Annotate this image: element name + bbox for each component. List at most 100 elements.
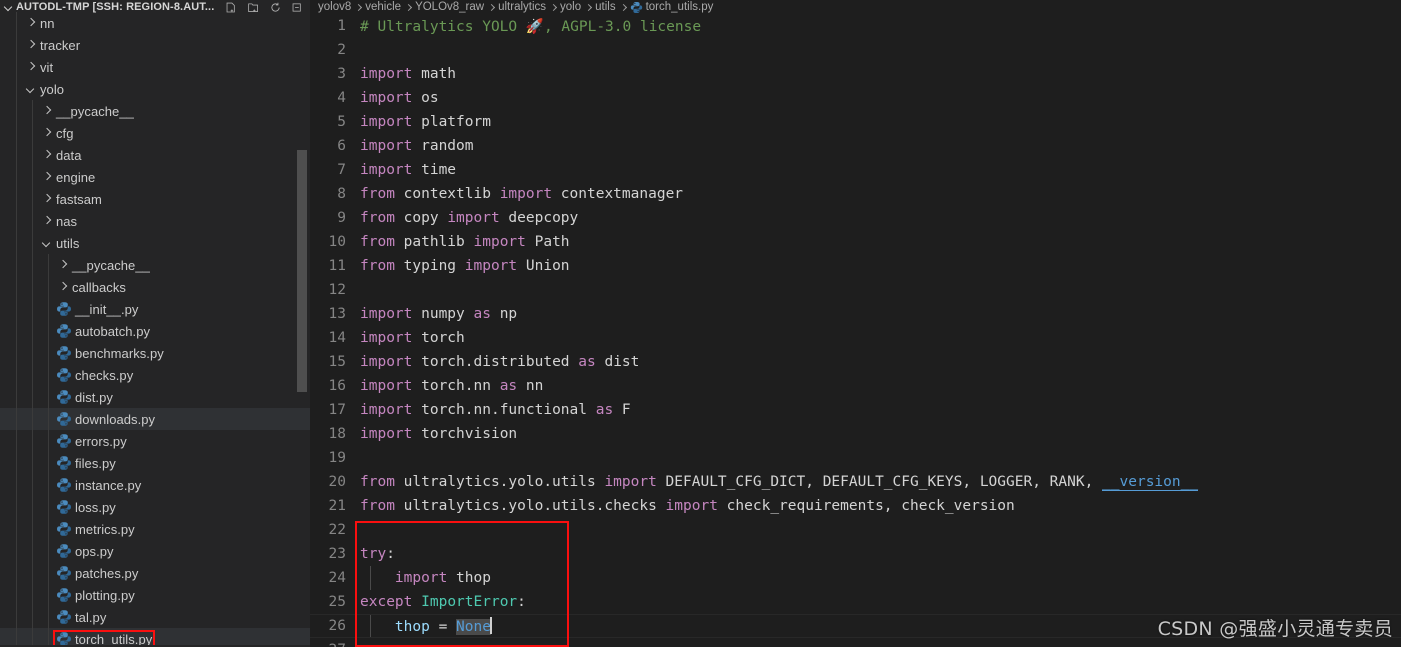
sidebar-scrollbar-thumb[interactable] xyxy=(297,150,307,392)
tree-file-instance-py[interactable]: instance.py xyxy=(0,474,310,496)
tree-file-patches-py[interactable]: patches.py xyxy=(0,562,310,584)
code-line[interactable]: 8 from contextlib import contextmanager xyxy=(310,182,1401,206)
breadcrumb-segment[interactable]: ultralytics xyxy=(498,1,546,13)
tree-folder-cfg[interactable]: cfg xyxy=(0,122,310,144)
tree-folder-tracker[interactable]: tracker xyxy=(0,34,310,56)
chevron-down-icon[interactable] xyxy=(40,232,56,254)
tree-file-tal-py[interactable]: tal.py xyxy=(0,606,310,628)
tree-file-downloads-py[interactable]: downloads.py xyxy=(0,408,310,430)
tree-folder-callbacks[interactable]: callbacks xyxy=(0,276,310,298)
code-line[interactable]: 6 import random xyxy=(310,134,1401,158)
tree-file-errors-py[interactable]: errors.py xyxy=(0,430,310,452)
code-text: import thop xyxy=(360,570,1401,586)
code-token: # Ultralytics YOLO xyxy=(360,18,526,35)
code-line[interactable]: 5 import platform xyxy=(310,110,1401,134)
code-line[interactable]: 2 xyxy=(310,38,1401,62)
tree-file-__init__-py[interactable]: __init__.py xyxy=(0,298,310,320)
chevron-down-icon[interactable] xyxy=(24,78,40,100)
tree-folder-pycache[interactable]: __pycache__ xyxy=(0,100,310,122)
code-text: from ultralytics.yolo.utils.checks impor… xyxy=(360,498,1401,514)
chevron-right-icon[interactable] xyxy=(40,210,56,232)
tree-item-label: nn xyxy=(40,15,55,31)
chevron-right-icon[interactable] xyxy=(40,144,56,166)
code-token: import xyxy=(360,66,413,82)
code-token: import xyxy=(360,330,413,346)
tree-item-label: cfg xyxy=(56,125,74,141)
chevron-right-icon[interactable] xyxy=(56,276,72,298)
code-line[interactable]: 19 xyxy=(310,446,1401,470)
code-line[interactable]: 20 from ultralytics.yolo.utils import DEF… xyxy=(310,470,1401,494)
tree-folder-engine[interactable]: engine xyxy=(0,166,310,188)
tree-folder-nn[interactable]: nn xyxy=(0,12,310,34)
code-line[interactable]: 22 xyxy=(310,518,1401,542)
code-token: : xyxy=(386,546,395,562)
line-number: 1 xyxy=(337,18,346,34)
code-line[interactable]: 24 import thop xyxy=(310,566,1401,590)
line-number: 7 xyxy=(337,162,346,178)
tree-folder-utils[interactable]: utils xyxy=(0,232,310,254)
python-file-icon xyxy=(56,411,72,427)
tree-folder-nas[interactable]: nas xyxy=(0,210,310,232)
code-line[interactable]: 11 from typing import Union xyxy=(310,254,1401,278)
breadcrumb-segment[interactable]: utils xyxy=(595,1,615,13)
code-line[interactable]: 17 import torch.nn.functional as F xyxy=(310,398,1401,422)
chevron-right-icon[interactable] xyxy=(56,254,72,276)
code-line[interactable]: 3 import math xyxy=(310,62,1401,86)
code-line[interactable]: 13 import numpy as np xyxy=(310,302,1401,326)
tree-folder-fastsam[interactable]: fastsam xyxy=(0,188,310,210)
code-line[interactable]: 15 import torch.distributed as dist xyxy=(310,350,1401,374)
tree-file-loss-py[interactable]: loss.py xyxy=(0,496,310,518)
breadcrumb-segment[interactable]: YOLOv8_raw xyxy=(415,1,484,13)
chevron-right-icon[interactable] xyxy=(40,188,56,210)
code-line[interactable]: 10 from pathlib import Path xyxy=(310,230,1401,254)
python-file-icon xyxy=(56,345,72,361)
chevron-right-icon[interactable] xyxy=(40,166,56,188)
code-line[interactable]: 1 # Ultralytics YOLO 🚀, AGPL-3.0 license xyxy=(310,14,1401,38)
tree-file-autobatch-py[interactable]: autobatch.py xyxy=(0,320,310,342)
tree-file-checks-py[interactable]: checks.py xyxy=(0,364,310,386)
chevron-right-icon[interactable] xyxy=(24,56,40,78)
breadcrumb-segment[interactable]: yolo xyxy=(560,1,581,13)
code-text: from contextlib import contextmanager xyxy=(360,186,1401,202)
breadcrumb-segment[interactable]: vehicle xyxy=(365,1,401,13)
code-text: import time xyxy=(360,162,1401,178)
tree-file-files-py[interactable]: files.py xyxy=(0,452,310,474)
code-line[interactable]: 23 try: xyxy=(310,542,1401,566)
file-tree[interactable]: nn tracker vit yolo __pycache__ cfg data engine… xyxy=(0,12,310,645)
chevron-down-icon[interactable] xyxy=(4,2,14,12)
code-line[interactable]: 18 import torchvision xyxy=(310,422,1401,446)
code-content[interactable]: 1 # Ultralytics YOLO 🚀, AGPL-3.0 license 2… xyxy=(310,14,1401,647)
code-token: import xyxy=(360,378,413,394)
tree-file-torch_utils-py[interactable]: torch_utils.py xyxy=(0,628,310,645)
code-line[interactable]: 9 from copy import deepcopy xyxy=(310,206,1401,230)
code-line[interactable]: 12 xyxy=(310,278,1401,302)
code-line[interactable]: 14 import torch xyxy=(310,326,1401,350)
code-line[interactable]: 4 import os xyxy=(310,86,1401,110)
sidebar-scrollbar[interactable] xyxy=(297,0,307,633)
tree-folder-yolo[interactable]: yolo xyxy=(0,78,310,100)
tree-folder-vit[interactable]: vit xyxy=(0,56,310,78)
code-line[interactable]: 16 import torch.nn as nn xyxy=(310,374,1401,398)
code-line[interactable]: 7 import time xyxy=(310,158,1401,182)
chevron-right-icon[interactable] xyxy=(40,122,56,144)
chevron-right-icon[interactable] xyxy=(40,100,56,122)
tree-item-label: tal.py xyxy=(75,609,107,625)
chevron-right-icon[interactable] xyxy=(24,12,40,34)
breadcrumb[interactable]: yolov8 vehicle YOLOv8_raw ultralytics yolo ut… xyxy=(310,0,1401,14)
breadcrumb-filename[interactable]: torch_utils.py xyxy=(646,1,714,13)
code-line[interactable]: 21 from ultralytics.yolo.utils.checks imp… xyxy=(310,494,1401,518)
code-line[interactable]: 25 except ImportError: xyxy=(310,590,1401,614)
tree-folder-data[interactable]: data xyxy=(0,144,310,166)
tree-file-benchmarks-py[interactable]: benchmarks.py xyxy=(0,342,310,364)
code-token: import xyxy=(360,354,413,370)
chevron-right-icon[interactable] xyxy=(24,34,40,56)
breadcrumb-segment[interactable]: yolov8 xyxy=(318,1,351,13)
code-token: : xyxy=(517,594,526,610)
tree-folder-pycache[interactable]: __pycache__ xyxy=(0,254,310,276)
tree-file-metrics-py[interactable]: metrics.py xyxy=(0,518,310,540)
tree-file-ops-py[interactable]: ops.py xyxy=(0,540,310,562)
code-token: nn xyxy=(517,378,544,394)
tree-file-dist-py[interactable]: dist.py xyxy=(0,386,310,408)
tree-file-plotting-py[interactable]: plotting.py xyxy=(0,584,310,606)
line-number: 17 xyxy=(328,402,346,418)
